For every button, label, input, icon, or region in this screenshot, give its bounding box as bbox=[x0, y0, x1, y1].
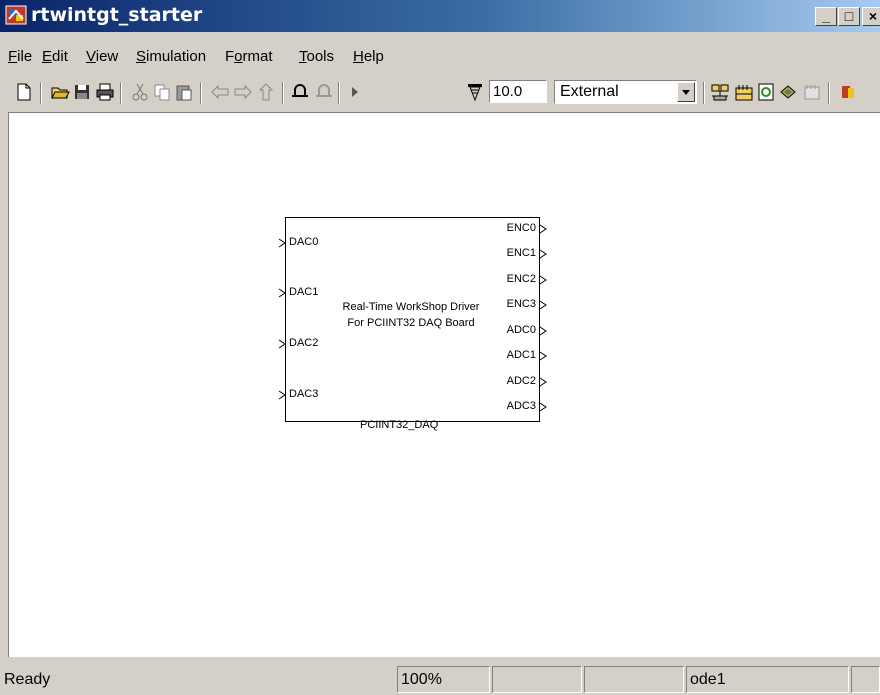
minimize-button[interactable]: _ bbox=[815, 7, 837, 26]
save-icon[interactable] bbox=[72, 82, 92, 102]
open-icon[interactable] bbox=[50, 82, 70, 102]
close-button[interactable]: × bbox=[862, 7, 880, 26]
model-canvas[interactable]: DAC0 DAC1 DAC2 DAC3 ENC0 ENC1 ENC2 ENC3 … bbox=[8, 112, 880, 657]
library-browser-icon[interactable] bbox=[734, 82, 754, 102]
menu-format-pre: F bbox=[225, 48, 235, 65]
menu-simulation-mnemonic: S bbox=[136, 48, 147, 65]
maximize-button[interactable]: □ bbox=[838, 7, 860, 26]
output-port-icon[interactable] bbox=[539, 326, 547, 336]
output-port-label: ENC2 bbox=[506, 273, 536, 285]
print-icon[interactable] bbox=[95, 82, 115, 102]
model-explorer-icon[interactable] bbox=[778, 82, 798, 102]
input-port-label: DAC3 bbox=[289, 388, 319, 400]
output-port-label: ADC2 bbox=[506, 375, 536, 387]
start-icon[interactable] bbox=[345, 82, 365, 102]
menu-tools-mnemonic: T bbox=[299, 48, 307, 65]
forward-icon[interactable] bbox=[233, 82, 253, 102]
redo-icon[interactable] bbox=[314, 82, 334, 102]
toolbar-separator bbox=[282, 82, 284, 104]
toolbar-separator bbox=[120, 82, 122, 104]
copy-icon[interactable] bbox=[152, 82, 172, 102]
toolbar: 10.0 External bbox=[0, 72, 880, 112]
up-icon[interactable] bbox=[256, 82, 276, 102]
menu-format-rest: rmat bbox=[242, 48, 273, 65]
menu-simulation[interactable]: Simulation bbox=[136, 48, 206, 65]
back-icon[interactable] bbox=[210, 82, 230, 102]
menu-edit-mnemonic: E bbox=[42, 48, 53, 65]
simulink-app-icon bbox=[5, 5, 27, 25]
refresh-icon[interactable] bbox=[756, 82, 776, 102]
menu-help-rest: elp bbox=[363, 48, 384, 65]
simulation-mode-value: External bbox=[560, 83, 619, 100]
input-port-label: DAC0 bbox=[289, 236, 319, 248]
input-port-label: DAC1 bbox=[289, 286, 319, 298]
title-bar[interactable]: rtwintgt_starter _ □ × bbox=[0, 0, 880, 32]
status-pane-4 bbox=[584, 666, 684, 693]
simulation-mode-select[interactable]: External bbox=[554, 80, 697, 104]
menu-view-mnemonic: V bbox=[86, 48, 96, 65]
menu-edit[interactable]: Edit bbox=[42, 48, 68, 65]
build-icon[interactable] bbox=[710, 82, 730, 102]
input-port-icon[interactable] bbox=[278, 390, 286, 400]
output-port-label: ENC0 bbox=[506, 222, 536, 234]
zoom-level: 100% bbox=[397, 666, 490, 693]
output-port-label: ENC1 bbox=[506, 247, 536, 259]
status-bar: Ready 100% ode1 bbox=[0, 663, 880, 695]
status-pane-3 bbox=[492, 666, 582, 693]
extra-icon[interactable] bbox=[838, 82, 858, 102]
paste-icon[interactable] bbox=[174, 82, 194, 102]
menu-format-mnemonic: o bbox=[234, 48, 243, 65]
input-port-label: DAC2 bbox=[289, 337, 319, 349]
toolbar-separator bbox=[200, 82, 202, 104]
output-port-icon[interactable] bbox=[539, 249, 547, 259]
menu-file-rest: ile bbox=[17, 48, 33, 65]
output-port-icon[interactable] bbox=[539, 224, 547, 234]
new-model-icon[interactable] bbox=[14, 82, 34, 102]
toolbar-separator bbox=[40, 82, 42, 104]
input-port-icon[interactable] bbox=[278, 288, 286, 298]
menu-tools-rest: ools bbox=[306, 48, 335, 65]
output-port-label: ADC0 bbox=[506, 324, 536, 336]
block-description-line1: Real-Time WorkShop Driver bbox=[342, 301, 480, 313]
toolbar-separator bbox=[338, 82, 340, 104]
menu-bar: File Edit View Simulation Format Tools H… bbox=[0, 32, 880, 72]
input-port-icon[interactable] bbox=[278, 238, 286, 248]
menu-view[interactable]: View bbox=[86, 48, 118, 65]
output-port-icon[interactable] bbox=[539, 402, 547, 412]
menu-help-mnemonic: H bbox=[353, 48, 364, 65]
input-port-icon[interactable] bbox=[278, 339, 286, 349]
output-port-label: ADC1 bbox=[506, 349, 536, 361]
status-pane-6 bbox=[851, 666, 880, 693]
debugger-icon[interactable] bbox=[802, 82, 822, 102]
menu-help[interactable]: Help bbox=[353, 48, 384, 65]
menu-format[interactable]: Format bbox=[225, 48, 273, 65]
menu-view-rest: iew bbox=[95, 48, 119, 65]
output-port-label: ENC3 bbox=[506, 298, 536, 310]
cut-icon[interactable] bbox=[130, 82, 150, 102]
stop-time-input[interactable]: 10.0 bbox=[489, 80, 547, 103]
menu-tools[interactable]: Tools bbox=[299, 48, 334, 65]
block-name-label[interactable]: PCIINT32_DAQ bbox=[360, 419, 438, 431]
output-port-icon[interactable] bbox=[539, 300, 547, 310]
dropdown-arrow-icon[interactable] bbox=[677, 82, 695, 102]
pciint32-daq-block[interactable]: DAC0 DAC1 DAC2 DAC3 ENC0 ENC1 ENC2 ENC3 … bbox=[278, 217, 547, 422]
output-port-label: ADC3 bbox=[506, 400, 536, 412]
window-title: rtwintgt_starter bbox=[31, 4, 203, 26]
solver-name: ode1 bbox=[686, 666, 849, 693]
block-description-line2: For PCIINT32 DAQ Board bbox=[347, 317, 475, 329]
menu-file[interactable]: File bbox=[8, 48, 32, 65]
status-text: Ready bbox=[4, 671, 51, 688]
menu-simulation-rest: imulation bbox=[146, 48, 207, 65]
undo-icon[interactable] bbox=[290, 82, 310, 102]
output-port-icon[interactable] bbox=[539, 351, 547, 361]
toolbar-separator bbox=[703, 82, 705, 104]
toolbar-separator bbox=[828, 82, 830, 104]
menu-file-mnemonic: F bbox=[8, 48, 18, 65]
output-port-icon[interactable] bbox=[539, 275, 547, 285]
stop-time-icon[interactable] bbox=[465, 82, 485, 102]
menu-edit-rest: dit bbox=[52, 48, 68, 65]
output-port-icon[interactable] bbox=[539, 377, 547, 387]
